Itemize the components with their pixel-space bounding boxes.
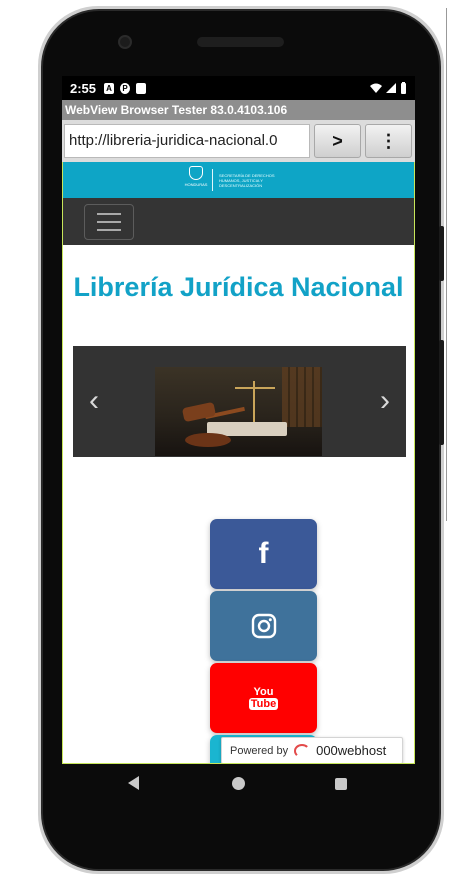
facebook-icon: f [258, 537, 269, 570]
gov-label: HONDURAS [184, 182, 208, 187]
a-icon: A [104, 82, 115, 94]
youtube-text-bottom: Tube [248, 698, 279, 710]
device-stage: 2:55 A P WebView Browser Tester 83.0.410… [0, 0, 449, 879]
carousel-next-button[interactable]: › [380, 386, 390, 416]
battery-icon [401, 82, 406, 94]
status-bar: 2:55 A P [62, 76, 415, 100]
menu-button[interactable]: ⋮ [365, 124, 412, 158]
gavel-icon [181, 401, 217, 423]
coat-of-arms-icon [189, 166, 203, 180]
page-title: Librería Jurídica Nacional [73, 272, 404, 302]
hamburger-line [97, 220, 121, 223]
back-icon[interactable] [128, 776, 139, 790]
signal-icon [386, 83, 396, 93]
url-bar: http://libreria-juridica-nacional.0 > ⋮ [62, 120, 415, 162]
status-time: 2:55 [70, 80, 97, 96]
scales-of-justice-icon [253, 381, 255, 423]
gov-divider [212, 169, 213, 191]
gavel-base [185, 433, 231, 447]
more-vert-icon: ⋮ [379, 130, 398, 151]
image-carousel: ‹ › [73, 346, 406, 457]
speaker-grille [197, 37, 284, 47]
youtube-icon: You Tube [248, 686, 279, 710]
powered-brand: 000webhost [316, 743, 387, 758]
instagram-button[interactable] [210, 591, 317, 661]
hamburger-line [97, 212, 121, 215]
carousel-slide-image [155, 367, 322, 456]
power-button [439, 226, 444, 281]
app-title: WebView Browser Tester 83.0.4103.106 [62, 100, 415, 120]
facebook-button[interactable]: f [210, 519, 317, 589]
youtube-button[interactable]: You Tube [210, 663, 317, 733]
hamburger-line [97, 228, 121, 231]
carousel-prev-button[interactable]: ‹ [89, 386, 99, 416]
instagram-icon [251, 613, 276, 639]
gov-ministry: SECRETARÍA DE DERECHOS HUMANOS, JUSTICIA… [219, 172, 275, 188]
webhost-logo-icon [294, 743, 311, 758]
scales-bar [235, 387, 275, 389]
navbar [63, 198, 414, 245]
navbar-toggle-button[interactable] [84, 203, 134, 240]
honduras-logo: HONDURAS [184, 166, 208, 194]
powered-by-badge[interactable]: Powered by 000webhost [221, 737, 403, 763]
system-icons [370, 82, 407, 94]
url-input[interactable]: http://libreria-juridica-nacional.0 [64, 124, 310, 158]
sd-card-icon [136, 82, 147, 94]
powered-prefix: Powered by [230, 744, 289, 757]
chevron-right-icon: > [332, 130, 343, 151]
webview: HONDURAS SECRETARÍA DE DERECHOS HUMANOS,… [62, 162, 415, 764]
bookshelf [282, 367, 322, 427]
recent-apps-icon[interactable] [335, 778, 347, 790]
youtube-text-top: You [253, 686, 274, 698]
volume-button [439, 340, 444, 445]
divider [446, 8, 447, 521]
screen: 2:55 A P WebView Browser Tester 83.0.410… [62, 76, 415, 764]
p-icon: P [120, 82, 131, 94]
home-icon[interactable] [232, 777, 245, 790]
wifi-icon [370, 83, 382, 93]
go-button[interactable]: > [314, 124, 361, 158]
front-camera-icon [118, 35, 132, 49]
gov-header: HONDURAS SECRETARÍA DE DERECHOS HUMANOS,… [63, 162, 414, 198]
